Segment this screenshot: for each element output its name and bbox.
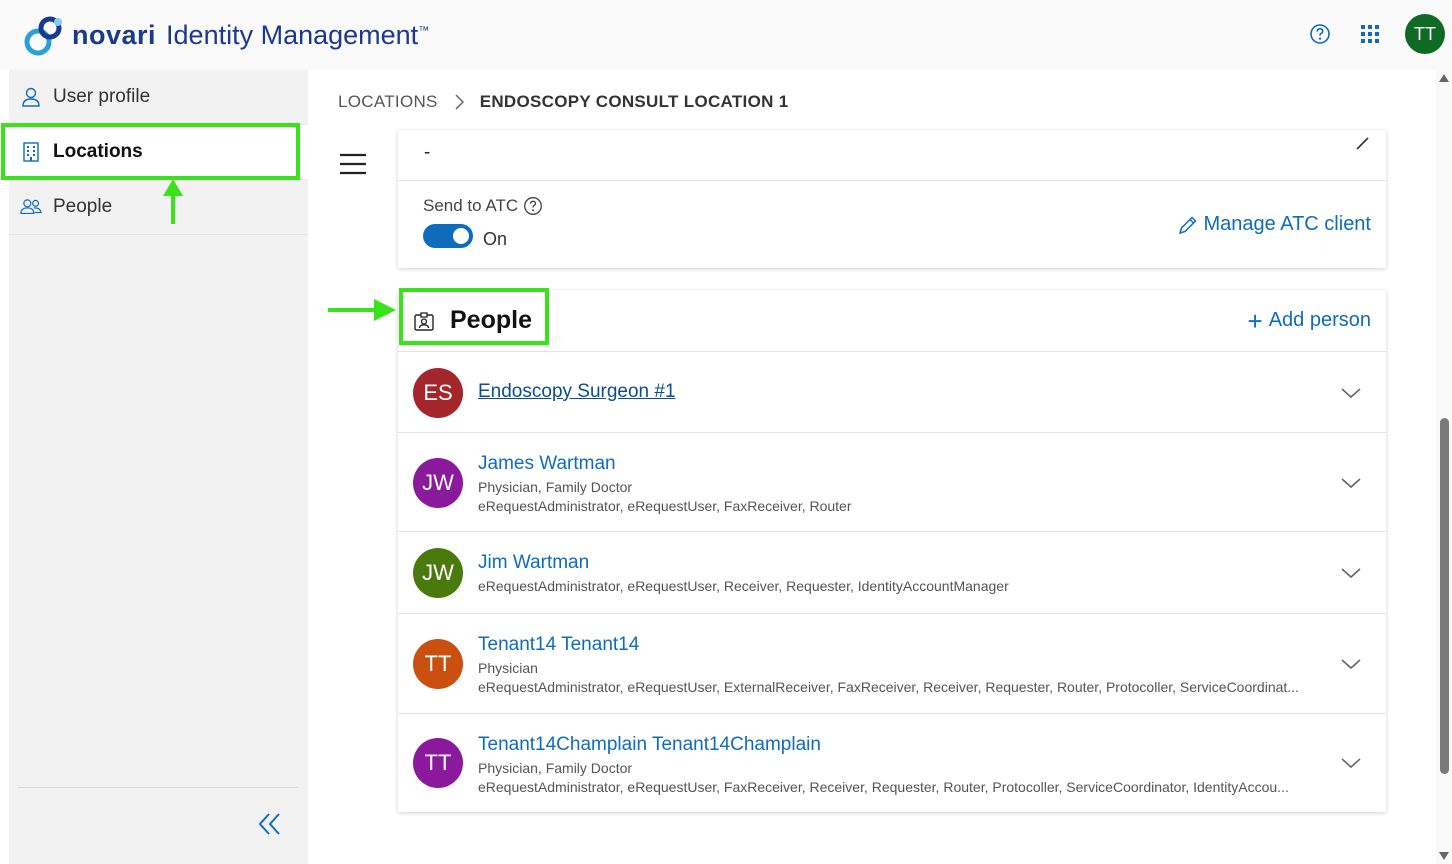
send-to-atc-toggle[interactable] [423, 224, 473, 248]
person-avatar: JW [413, 458, 463, 508]
plus-icon: + [1247, 305, 1263, 336]
chevron-down-icon[interactable] [1340, 386, 1362, 400]
product-name: Identity Management™ [166, 20, 429, 51]
person-name-link[interactable]: Endoscopy Surgeon #1 [478, 381, 676, 403]
edit-icon[interactable] [1354, 135, 1370, 151]
chevron-right-icon [455, 94, 464, 110]
pencil-icon [1178, 215, 1197, 234]
add-person-label: Add person [1268, 309, 1371, 331]
person-avatar: JW [413, 548, 463, 598]
breadcrumb-locations-link[interactable]: LOCATIONS [338, 92, 438, 112]
person-avatar: TT [413, 639, 463, 689]
help-circle-icon[interactable] [523, 196, 543, 216]
novari-logo[interactable]: novari Identity Management™ [22, 12, 429, 58]
user-avatar[interactable]: TT [1405, 14, 1445, 54]
chevron-down-icon[interactable] [1340, 756, 1362, 770]
person-avatar: ES [413, 368, 463, 418]
help-circle-icon[interactable] [1309, 23, 1331, 45]
brand-name: novari [72, 19, 157, 50]
hamburger-menu-icon[interactable] [338, 150, 368, 178]
detail-value: - [424, 142, 431, 163]
app-grid-icon[interactable] [1360, 24, 1380, 44]
add-person-button[interactable]: + Add person [1247, 305, 1371, 336]
person-roles: eRequestAdministrator, eRequestUser, Fax… [478, 498, 852, 514]
arrow-right-annotation-icon [328, 299, 396, 321]
person-name-link[interactable]: James Wartman [478, 453, 616, 475]
people-card: People + Add person ES Endoscopy Surgeon … [398, 290, 1386, 812]
person-roles: eRequestAdministrator, eRequestUser, Rec… [478, 578, 1009, 594]
toggle-state-label: On [483, 229, 508, 249]
person-roles: eRequestAdministrator, eRequestUser, Fax… [478, 779, 1289, 795]
breadcrumb: LOCATIONS ENDOSCOPY CONSULT LOCATION 1 [338, 92, 788, 112]
manage-atc-client-label: Manage ATC client [1203, 213, 1372, 235]
trademark-symbol: ™ [418, 24, 430, 37]
sidebar-item-user-profile[interactable]: User profile [9, 70, 308, 125]
manage-atc-client-link[interactable]: Manage ATC client [1177, 213, 1372, 236]
scroll-down-arrow-icon[interactable] [1439, 852, 1449, 860]
sidebar-item-people[interactable]: People [9, 180, 308, 235]
scrollbar-thumb[interactable] [1440, 418, 1449, 774]
send-to-atc-text: Send to ATC [423, 196, 519, 215]
breadcrumb-current: ENDOSCOPY CONSULT LOCATION 1 [479, 92, 789, 111]
double-chevron-left-icon[interactable] [255, 808, 287, 840]
person-row[interactable]: ES Endoscopy Surgeon #1 [398, 352, 1386, 433]
highlight-box-people-heading [399, 288, 549, 345]
product-name-text: Identity Management [166, 19, 419, 50]
person-avatar: TT [413, 738, 463, 788]
scroll-up-arrow-icon[interactable] [1439, 74, 1449, 82]
chevron-down-icon[interactable] [1340, 476, 1362, 490]
person-row[interactable]: JW James Wartman Physician, Family Doctor e… [398, 433, 1386, 532]
chevron-down-icon[interactable] [1340, 566, 1362, 580]
people-icon [20, 199, 42, 215]
person-row[interactable]: TT Tenant14Champlain Tenant14Champlain Phy… [398, 714, 1386, 812]
sidebar-divider [18, 787, 298, 788]
arrow-up-annotation-icon [163, 179, 183, 224]
person-name-link[interactable]: Jim Wartman [478, 552, 589, 574]
person-name-link[interactable]: Tenant14Champlain Tenant14Champlain [478, 734, 821, 756]
novari-logo-mark-icon [24, 16, 62, 56]
location-details-card: - Send to ATC On Manage ATC client [398, 130, 1386, 268]
sidebar-item-label: User profile [53, 86, 151, 107]
person-icon [22, 87, 40, 107]
person-titles: Physician, Family Doctor [478, 479, 633, 495]
person-titles: Physician, Family Doctor [478, 760, 633, 776]
person-name-link[interactable]: Tenant14 Tenant14 [478, 634, 639, 656]
chevron-down-icon[interactable] [1340, 657, 1362, 671]
toggle-knob [453, 228, 469, 244]
person-roles: eRequestAdministrator, eRequestUser, Ext… [478, 679, 1299, 695]
highlight-box-locations [1, 123, 300, 180]
sidebar: User profile Locations People [9, 70, 308, 864]
person-row[interactable]: TT Tenant14 Tenant14 Physician eRequestAdmi… [398, 614, 1386, 714]
card-divider [398, 180, 1386, 181]
person-row[interactable]: JW Jim Wartman eRequestAdministrator, eReq… [398, 532, 1386, 614]
sidebar-item-label: People [53, 196, 113, 217]
send-to-atc-label: Send to ATC [423, 196, 543, 216]
app-header: novari Identity Management™ TT [0, 0, 1452, 70]
person-titles: Physician [478, 660, 538, 676]
